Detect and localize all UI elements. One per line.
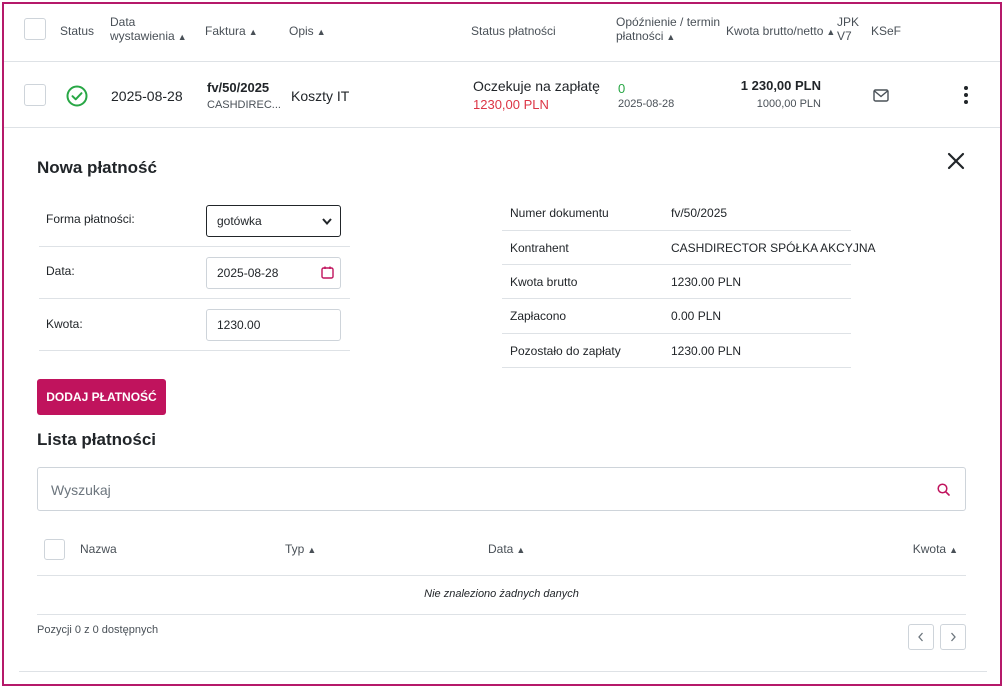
row-delay-days: 0 — [618, 81, 626, 96]
header-delay-line2: płatności — [616, 29, 664, 43]
info-label-document: Numer dokumentu — [510, 206, 609, 220]
header-description[interactable]: Opis ▲︎ — [289, 24, 326, 39]
header-status: Status — [60, 24, 95, 38]
info-value-paid: 0.00 PLN — [671, 309, 722, 323]
header-amount[interactable]: Kwota brutto/netto ▲︎ — [726, 24, 835, 39]
pagination-summary: Pozycji 0 z 0 dostępnych — [37, 624, 159, 636]
date-label: Data: — [46, 264, 75, 278]
form-divider — [39, 350, 350, 351]
info-value-remaining: 1230.00 PLN — [671, 344, 742, 358]
check-circle-icon — [66, 85, 88, 107]
select-all-checkbox[interactable] — [24, 18, 46, 40]
list-header-type-label: Typ — [285, 542, 305, 556]
info-value-gross: 1230.00 PLN — [671, 275, 742, 289]
search-icon[interactable] — [937, 483, 950, 496]
row-due-date: 2025-08-28 — [618, 98, 675, 110]
sort-icon: ▲︎ — [826, 27, 836, 37]
row-checkbox[interactable] — [24, 84, 46, 106]
amount-input[interactable]: 1230.00 — [206, 309, 341, 341]
add-payment-button[interactable]: DODAJ PŁATNOŚĆ — [37, 379, 166, 415]
sort-icon: ▲︎ — [949, 545, 958, 555]
row-description: Koszty IT — [291, 88, 350, 104]
date-value: 2025-08-28 — [217, 266, 279, 280]
list-header-date[interactable]: Data ▲︎ — [488, 542, 525, 556]
header-issue-date-line1: Data — [110, 15, 136, 29]
chevron-right-icon — [951, 632, 956, 642]
list-divider — [37, 575, 966, 576]
header-delay[interactable]: Opóźnienie / termin płatności ▲︎ — [616, 15, 720, 44]
info-label-contractor: Kontrahent — [510, 241, 569, 255]
sort-icon: ▲︎ — [307, 545, 317, 555]
close-icon[interactable] — [947, 152, 965, 170]
date-input[interactable]: 2025-08-28 — [206, 257, 341, 289]
header-amount-label: Kwota brutto/netto — [726, 24, 824, 38]
info-value-contractor: CASHDIRECTOR SPÓŁKA AKCYJNA — [671, 241, 876, 255]
list-select-all-checkbox[interactable] — [44, 539, 65, 560]
payment-method-select[interactable]: gotówka — [206, 205, 341, 237]
kebab-menu-icon[interactable] — [962, 84, 970, 106]
info-divider — [502, 367, 851, 368]
payment-method-value: gotówka — [217, 214, 262, 228]
form-divider — [39, 246, 350, 247]
row-invoice-number[interactable]: fv/50/2025 — [207, 80, 269, 95]
info-divider — [502, 264, 851, 265]
table-header: Status Data wystawienia ▲︎ Faktura ▲︎ Opis… — [4, 4, 1000, 62]
list-header-amount[interactable]: Kwota ▲︎ — [913, 542, 958, 556]
form-divider — [39, 298, 350, 299]
header-invoice[interactable]: Faktura ▲︎ — [205, 24, 258, 39]
header-delay-line1: Opóźnienie / termin — [616, 15, 721, 29]
info-label-gross: Kwota brutto — [510, 275, 578, 289]
next-page-button[interactable] — [940, 624, 966, 650]
info-divider — [502, 298, 851, 299]
info-value-document: fv/50/2025 — [671, 206, 728, 220]
page-frame: Status Data wystawienia ▲︎ Faktura ▲︎ Opis… — [2, 2, 1002, 686]
list-header-date-label: Data — [488, 542, 514, 556]
row-date: 2025-08-28 — [111, 88, 183, 104]
list-divider — [37, 614, 966, 615]
header-issue-date-line2: wystawienia — [110, 29, 175, 43]
info-divider — [502, 333, 851, 334]
payment-method-label: Forma płatności: — [46, 212, 135, 226]
sort-icon: ▲︎ — [316, 27, 326, 37]
list-header-name: Nazwa — [80, 542, 117, 556]
header-payment-status: Status płatności — [471, 24, 556, 38]
sort-icon: ▲︎ — [177, 32, 187, 42]
amount-value: 1230.00 — [217, 318, 261, 332]
header-jpk: JPK V7 — [837, 15, 859, 43]
sort-icon: ▲︎ — [666, 32, 676, 42]
mail-icon[interactable] — [873, 89, 889, 102]
calendar-icon[interactable] — [321, 266, 334, 279]
search-box[interactable]: Wyszukaj — [37, 467, 966, 511]
payments-list-title: Lista płatności — [37, 430, 157, 449]
row-payment-status: Oczekuje na zapłatę — [473, 78, 600, 94]
header-description-label: Opis — [289, 24, 314, 38]
header-jpk-line1: JPK — [837, 15, 860, 29]
row-payment-amount: 1230,00 PLN — [473, 97, 549, 112]
header-jpk-line2: V7 — [837, 29, 852, 43]
amount-label: Kwota: — [46, 317, 83, 331]
header-ksef: KSeF — [871, 24, 902, 38]
search-placeholder: Wyszukaj — [51, 482, 111, 498]
chevron-left-icon — [918, 632, 923, 642]
info-label-remaining: Pozostało do zapłaty — [510, 344, 621, 358]
prev-page-button[interactable] — [908, 624, 934, 650]
sort-icon: ▲︎ — [516, 545, 526, 555]
row-contractor: CASHDIREC... — [207, 99, 281, 111]
new-payment-title: Nowa płatność — [37, 158, 157, 177]
list-header-amount-label: Kwota — [912, 542, 947, 556]
header-issue-date[interactable]: Data wystawienia ▲︎ — [110, 15, 187, 44]
row-gross: 1 230,00 PLN — [740, 78, 821, 93]
chevron-down-icon — [322, 218, 332, 225]
table-row[interactable]: 2025-08-28 fv/50/2025 CASHDIREC... Koszt… — [4, 62, 1000, 128]
info-label-paid: Zapłacono — [510, 309, 567, 323]
list-header-type[interactable]: Typ ▲︎ — [285, 542, 316, 556]
empty-state-text: Nie znaleziono żadnych danych — [424, 588, 579, 600]
sort-icon: ▲︎ — [248, 27, 258, 37]
new-payment-panel: Nowa płatność Forma płatności: gotówka D… — [19, 128, 987, 672]
header-invoice-label: Faktura — [205, 24, 246, 38]
info-divider — [502, 230, 851, 231]
row-net: 1000,00 PLN — [756, 98, 821, 110]
